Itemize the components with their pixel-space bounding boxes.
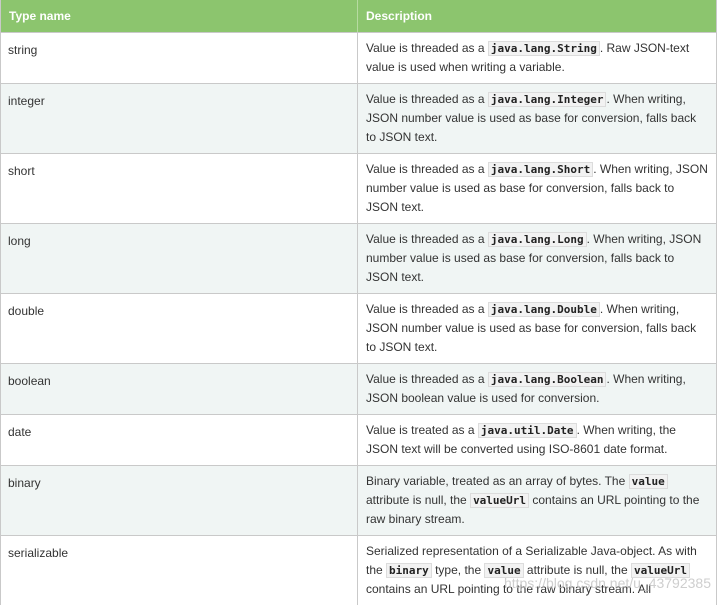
code-snippet: java.lang.Long — [488, 232, 587, 247]
description-text: attribute is null, the — [366, 493, 470, 507]
type-name-cell: integer — [1, 84, 358, 153]
description-cell: Value is threaded as a java.lang.Integer… — [358, 84, 716, 153]
description-text: Value is threaded as a — [366, 41, 488, 55]
table-body: stringValue is threaded as a java.lang.S… — [1, 32, 716, 605]
table-header-row: Type name Description — [1, 0, 716, 32]
description-text: Value is treated as a — [366, 423, 478, 437]
description-cell: Binary variable, treated as an array of … — [358, 466, 716, 535]
description-cell: Value is treated as a java.util.Date. Wh… — [358, 415, 716, 465]
description-cell: Serialized representation of a Serializa… — [358, 536, 716, 605]
table-row: shortValue is threaded as a java.lang.Sh… — [1, 153, 716, 223]
code-snippet: valueUrl — [470, 493, 529, 508]
type-name-cell: short — [1, 154, 358, 223]
table-row: doubleValue is threaded as a java.lang.D… — [1, 293, 716, 363]
code-snippet: java.lang.Double — [488, 302, 600, 317]
description-text: Value is threaded as a — [366, 302, 488, 316]
description-text: Value is threaded as a — [366, 92, 488, 106]
table-row: stringValue is threaded as a java.lang.S… — [1, 32, 716, 83]
table-row: dateValue is treated as a java.util.Date… — [1, 414, 716, 465]
type-name-cell: binary — [1, 466, 358, 535]
code-snippet: value — [629, 474, 668, 489]
description-cell: Value is threaded as a java.lang.Short. … — [358, 154, 716, 223]
table-row: longValue is threaded as a java.lang.Lon… — [1, 223, 716, 293]
description-text: Value is threaded as a — [366, 232, 488, 246]
type-name-cell: string — [1, 33, 358, 83]
description-text: Binary variable, treated as an array of … — [366, 474, 629, 488]
description-text: Value is threaded as a — [366, 372, 488, 386]
description-cell: Value is threaded as a java.lang.Long. W… — [358, 224, 716, 293]
description-cell: Value is threaded as a java.lang.Double.… — [358, 294, 716, 363]
description-text: type, the — [432, 563, 485, 577]
type-name-cell: date — [1, 415, 358, 465]
code-snippet: java.lang.Short — [488, 162, 593, 177]
watermark-text: https://blog.csdn.net/u_43792385 — [504, 575, 711, 591]
code-snippet: java.lang.String — [488, 41, 600, 56]
code-snippet: java.lang.Boolean — [488, 372, 607, 387]
description-cell: Value is threaded as a java.lang.String.… — [358, 33, 716, 83]
header-type-name: Type name — [1, 0, 358, 32]
header-description: Description — [358, 0, 716, 32]
type-name-cell: double — [1, 294, 358, 363]
type-name-cell: boolean — [1, 364, 358, 414]
code-snippet: binary — [386, 563, 432, 578]
table-row: serializableSerialized representation of… — [1, 535, 716, 605]
description-text: Value is threaded as a — [366, 162, 488, 176]
table-row: booleanValue is threaded as a java.lang.… — [1, 363, 716, 414]
table-row: binary Binary variable, treated as an arr… — [1, 465, 716, 535]
code-snippet: java.util.Date — [478, 423, 577, 438]
code-snippet: java.lang.Integer — [488, 92, 607, 107]
type-name-cell: long — [1, 224, 358, 293]
type-name-cell: serializable — [1, 536, 358, 605]
table-row: integerValue is threaded as a java.lang.… — [1, 83, 716, 153]
variable-types-table: Type name Description stringValue is thr… — [0, 0, 717, 605]
description-cell: Value is threaded as a java.lang.Boolean… — [358, 364, 716, 414]
